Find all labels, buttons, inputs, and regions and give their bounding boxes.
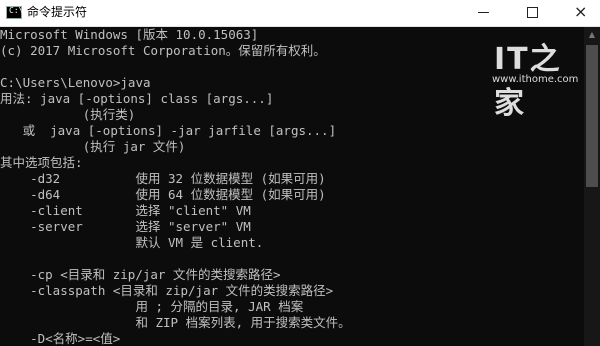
cmd-app-icon-label: C:\: [9, 6, 24, 15]
console-line: -client 选择 "client" VM: [0, 203, 251, 218]
console-line: C:\Users\Lenovo>java: [0, 75, 151, 90]
scroll-up-icon[interactable]: ▲: [584, 27, 600, 43]
window-title: 命令提示符: [27, 5, 88, 19]
console-line: 默认 VM 是 client.: [0, 235, 264, 250]
console-line: -d32 使用 32 位数据模型 (如果可用): [0, 171, 326, 186]
console-line: 用 ; 分隔的目录, JAR 档案: [0, 299, 304, 314]
console-line: -classpath <目录和 zip/jar 文件的类搜索路径>: [0, 283, 334, 298]
watermark-url: www.ithome.com: [492, 74, 579, 85]
ithome-watermark: IT之家 www.ithome.com: [492, 34, 586, 121]
maximize-button[interactable]: [512, 0, 552, 26]
console-line: -D<名称>=<值>: [0, 331, 121, 346]
cmd-app-icon[interactable]: C:\: [6, 6, 24, 19]
console-line: -cp <目录和 zip/jar 文件的类搜索路径>: [0, 267, 281, 282]
maximize-icon: [527, 7, 538, 18]
cmd-window: C:\ 命令提示符 × Microsoft Windows [版本 10.0.1…: [0, 0, 600, 346]
console-line: (c) 2017 Microsoft Corporation。保留所有权利。: [0, 43, 326, 58]
console-line: (执行 jar 文件): [0, 139, 186, 154]
close-button[interactable]: ×: [560, 0, 600, 26]
console-line: Microsoft Windows [版本 10.0.15063]: [0, 27, 259, 42]
scrollbar-thumb[interactable]: [586, 45, 598, 187]
console-line: -d64 使用 64 位数据模型 (如果可用): [0, 187, 326, 202]
title-bar[interactable]: C:\ 命令提示符 ×: [0, 0, 600, 27]
minimize-icon: [478, 12, 489, 13]
console-line: 其中选项包括:: [0, 155, 83, 170]
console-line: -server 选择 "server" VM: [0, 219, 251, 234]
console-line: 和 ZIP 档案列表, 用于搜索类文件。: [0, 315, 351, 330]
close-icon: ×: [574, 2, 588, 21]
minimize-button[interactable]: [464, 0, 504, 26]
console-line: 用法: java [-options] class [args...]: [0, 91, 274, 106]
console-line: 或 java [-options] -jar jarfile [args...]: [0, 123, 337, 138]
console-line: (执行类): [0, 107, 136, 122]
